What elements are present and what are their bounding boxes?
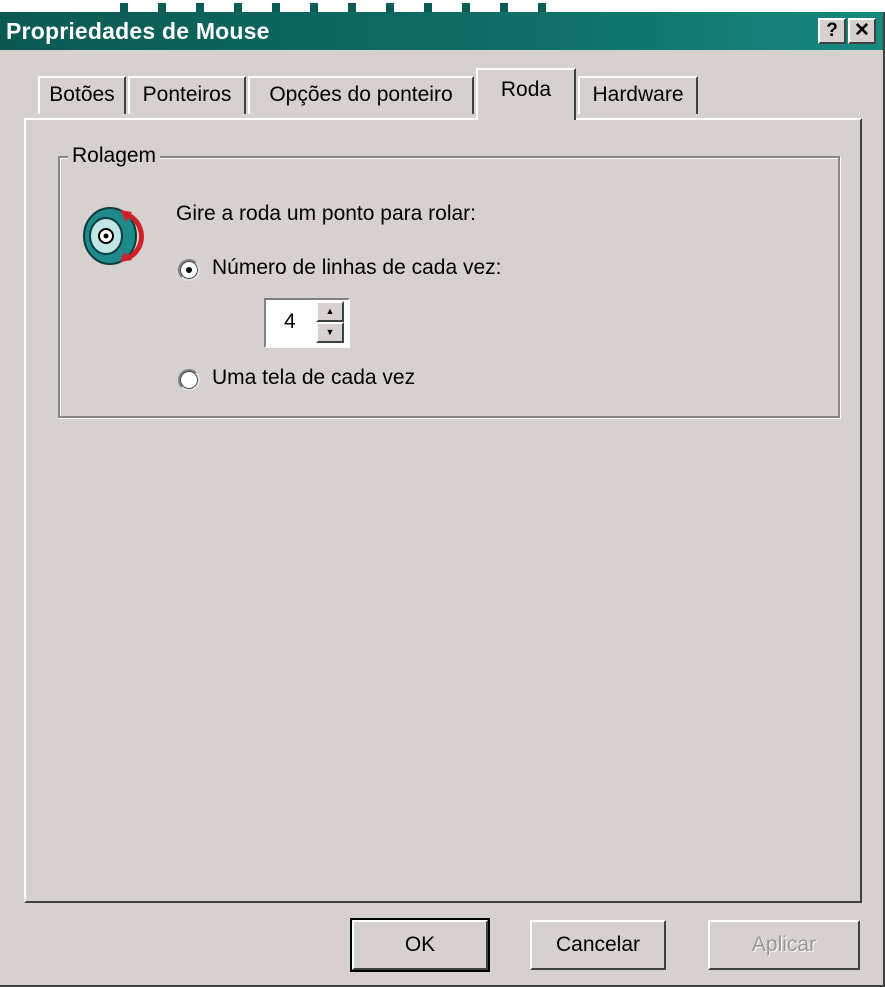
background-marks bbox=[120, 0, 590, 13]
mouse-wheel-icon bbox=[83, 207, 144, 265]
tab-label: Botões bbox=[49, 83, 115, 106]
lines-option-label: Número de linhas de cada vez: bbox=[212, 256, 502, 279]
scroll-instruction: Gire a roda um ponto para rolar: bbox=[176, 202, 476, 225]
tab-ponteiros[interactable]: Ponteiros bbox=[128, 76, 246, 114]
tab-hardware[interactable]: Hardware bbox=[578, 76, 698, 114]
tab-panel-roda: Rolagem Gire a roda um ponto para rolar:… bbox=[24, 118, 862, 903]
radio-button-checked[interactable] bbox=[178, 259, 200, 281]
ok-button[interactable]: OK bbox=[352, 920, 488, 970]
groupbox-label: Rolagem bbox=[68, 144, 161, 168]
tab-botoes[interactable]: Botões bbox=[38, 76, 126, 114]
arrow-up-icon: ▲ bbox=[325, 306, 335, 316]
mouse-properties-dialog: Propriedades de Mouse ? ✕ Botões Ponteir… bbox=[0, 12, 885, 987]
tab-label: Hardware bbox=[592, 83, 684, 106]
tab-opcoes-do-ponteiro[interactable]: Opções do ponteiro bbox=[248, 76, 474, 114]
tab-label: Ponteiros bbox=[142, 83, 232, 106]
apply-label: Aplicar bbox=[751, 933, 817, 956]
help-button[interactable]: ? bbox=[818, 18, 846, 44]
help-icon: ? bbox=[826, 20, 838, 41]
radio-button-unchecked[interactable] bbox=[178, 369, 200, 391]
cancel-label: Cancelar bbox=[555, 933, 641, 956]
lines-value[interactable]: 4 bbox=[284, 310, 296, 334]
apply-button[interactable]: Aplicar bbox=[708, 920, 860, 970]
title-bar[interactable]: Propriedades de Mouse ? ✕ bbox=[0, 12, 883, 50]
spin-up-button[interactable]: ▲ bbox=[316, 301, 344, 322]
window-title: Propriedades de Mouse bbox=[6, 18, 270, 44]
spin-down-button[interactable]: ▼ bbox=[316, 322, 344, 343]
scrolling-groupbox: Rolagem Gire a roda um ponto para rolar:… bbox=[58, 144, 840, 418]
close-icon: ✕ bbox=[854, 20, 870, 41]
cancel-button[interactable]: Cancelar bbox=[530, 920, 666, 970]
tab-roda[interactable]: Roda bbox=[476, 68, 576, 120]
background-strip bbox=[0, 0, 885, 13]
close-button[interactable]: ✕ bbox=[848, 18, 876, 44]
tab-label: Opções do ponteiro bbox=[269, 83, 453, 106]
tab-label: Roda bbox=[500, 78, 552, 101]
ok-label: OK bbox=[404, 933, 436, 956]
lines-spinner[interactable]: 4 ▲ ▼ bbox=[264, 298, 350, 348]
screen-option-label: Uma tela de cada vez bbox=[212, 366, 416, 389]
arrow-down-icon: ▼ bbox=[325, 327, 335, 337]
